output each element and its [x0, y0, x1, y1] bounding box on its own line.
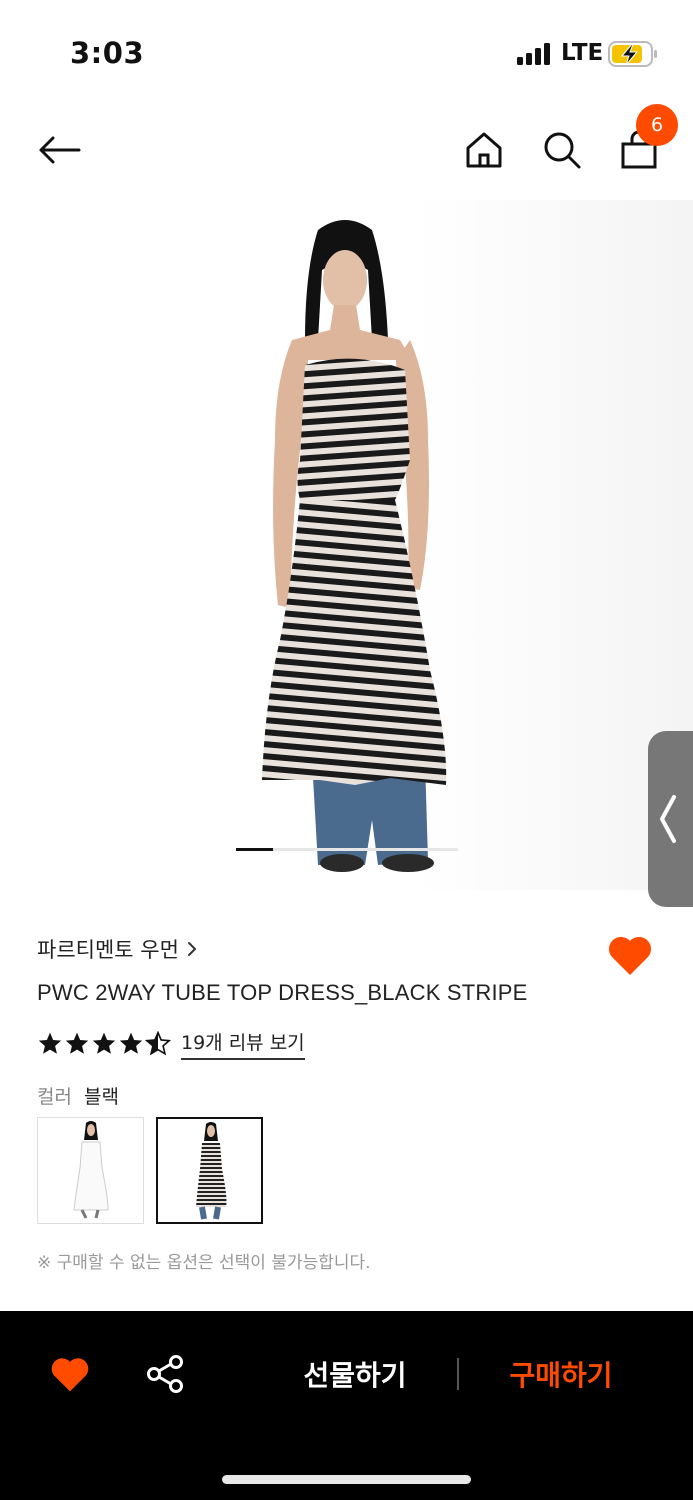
- swatch-white[interactable]: [37, 1117, 144, 1224]
- wishlist-button[interactable]: [606, 932, 654, 978]
- rating-stars: [37, 1031, 171, 1057]
- search-icon: [544, 132, 581, 169]
- back-button[interactable]: [34, 125, 84, 175]
- product-photo: [262, 220, 447, 872]
- swatch-black-stripe[interactable]: [156, 1117, 263, 1224]
- option-notice: ※ 구매할 수 없는 옵션은 선택이 불가능합니다.: [37, 1253, 371, 1273]
- black-stripe-dress-thumbnail: [196, 1122, 227, 1220]
- chevron-left-icon: [660, 795, 676, 843]
- image-page-indicator: [236, 848, 458, 851]
- white-dress-thumbnail: [73, 1121, 109, 1219]
- buy-button[interactable]: 구매하기: [486, 1354, 636, 1394]
- review-link[interactable]: 19개 리뷰 보기: [181, 1028, 305, 1060]
- cart-count-badge: 6: [636, 104, 678, 146]
- bottom-divider: [457, 1358, 459, 1390]
- side-panel-tab[interactable]: [648, 731, 693, 907]
- brand-name: 파르티멘토 우먼: [37, 938, 179, 962]
- clock: 3:03: [70, 36, 145, 70]
- brand-link[interactable]: 파르티멘토 우먼: [37, 934, 197, 964]
- home-indicator: [222, 1475, 471, 1484]
- color-option-row: 컬러 블랙: [37, 1082, 119, 1109]
- bottom-wishlist-button[interactable]: [49, 1354, 91, 1394]
- chevron-right-icon: [187, 942, 196, 956]
- half-star-icon: [145, 1031, 171, 1056]
- star-icon: [38, 1032, 62, 1054]
- rating-row: 19개 리뷰 보기: [37, 1028, 305, 1060]
- gift-button[interactable]: 선물하기: [280, 1354, 430, 1394]
- color-value: 블랙: [83, 1086, 119, 1108]
- network-label: LTE: [561, 40, 604, 66]
- signal-icon: [517, 43, 553, 65]
- color-swatches: [37, 1117, 263, 1224]
- share-button[interactable]: [146, 1354, 186, 1394]
- star-icon: [119, 1032, 143, 1054]
- heart-icon: [51, 1358, 89, 1392]
- back-arrow-icon: [39, 136, 81, 164]
- star-icon: [92, 1032, 116, 1054]
- product-image-carousel[interactable]: [0, 200, 693, 907]
- status-bar: 3:03 LTE: [0, 0, 693, 100]
- color-label: 컬러: [37, 1086, 72, 1108]
- star-icon: [65, 1032, 89, 1054]
- heart-icon: [608, 936, 652, 975]
- share-icon: [147, 1355, 183, 1393]
- image-page-indicator-active: [236, 848, 273, 851]
- battery-charging-icon: [608, 41, 658, 67]
- product-title: PWC 2WAY TUBE TOP DRESS_BLACK STRIPE: [37, 980, 528, 1005]
- bottom-action-bar: [0, 1311, 693, 1500]
- top-nav: [0, 110, 693, 190]
- home-button[interactable]: [459, 125, 509, 175]
- search-button[interactable]: [537, 125, 587, 175]
- home-icon: [466, 132, 502, 168]
